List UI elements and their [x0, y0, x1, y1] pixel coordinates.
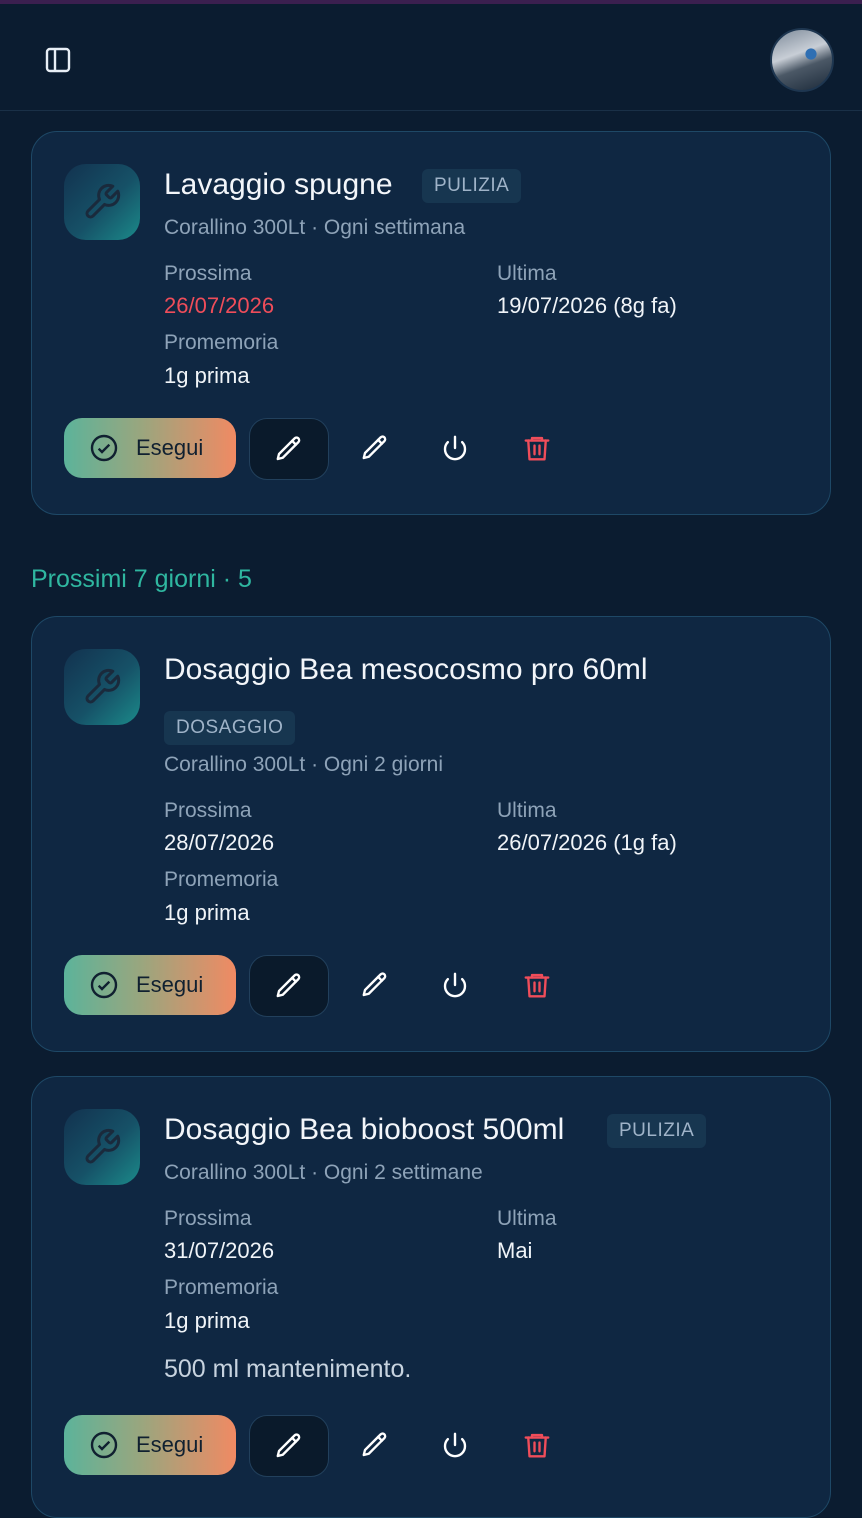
run-button-label: Esegui	[136, 972, 204, 997]
task-card: Dosaggio Bea bioboost 500ml PULIZIA Cora…	[31, 1076, 831, 1518]
edit-button[interactable]	[249, 955, 329, 1017]
task-title: Dosaggio Bea mesocosmo pro 60ml	[164, 653, 648, 686]
last-label: Ultima	[497, 799, 557, 822]
power-icon[interactable]	[433, 426, 477, 470]
reminder-label: Promemoria	[164, 1276, 279, 1299]
pencil-icon[interactable]	[353, 1423, 397, 1467]
run-button[interactable]: Esegui	[64, 418, 236, 478]
sidebar-toggle-icon[interactable]	[40, 42, 76, 78]
edit-button[interactable]	[249, 418, 329, 480]
section-title: Prossimi 7 giorni · 5	[31, 565, 252, 593]
pencil-icon[interactable]	[353, 963, 397, 1007]
trash-icon[interactable]	[515, 426, 559, 470]
trash-icon[interactable]	[515, 1423, 559, 1467]
task-title: Dosaggio Bea bioboost 500ml	[164, 1113, 565, 1146]
task-subtitle: Corallino 300Lt · Ogni 2 settimane	[164, 1161, 483, 1184]
wrench-icon	[64, 164, 140, 240]
last-date: 19/07/2026 (8g fa)	[497, 293, 677, 318]
reminder-label: Promemoria	[164, 331, 279, 354]
reminder-label: Promemoria	[164, 868, 279, 891]
pencil-icon	[276, 436, 301, 461]
next-label: Prossima	[164, 1207, 252, 1230]
run-button-label: Esegui	[136, 1432, 204, 1457]
category-badge: PULIZIA	[607, 1114, 707, 1148]
last-date: Mai	[497, 1238, 533, 1263]
category-badge: PULIZIA	[422, 169, 522, 203]
wrench-icon	[64, 1109, 140, 1185]
run-button[interactable]: Esegui	[64, 955, 236, 1015]
wrench-icon	[64, 649, 140, 725]
pencil-icon[interactable]	[353, 426, 397, 470]
next-label: Prossima	[164, 262, 252, 285]
edit-button[interactable]	[249, 1415, 329, 1477]
trash-icon[interactable]	[515, 963, 559, 1007]
task-card: Dosaggio Bea mesocosmo pro 60ml DOSAGGIO…	[31, 616, 831, 1052]
task-subtitle: Corallino 300Lt · Ogni 2 giorni	[164, 753, 443, 776]
last-label: Ultima	[497, 1207, 557, 1230]
reminder-value: 1g prima	[164, 1308, 250, 1333]
next-date: 28/07/2026	[164, 830, 275, 855]
next-date: 26/07/2026	[164, 293, 275, 318]
reminder-value: 1g prima	[164, 363, 250, 388]
run-button-label: Esegui	[136, 435, 204, 460]
run-button[interactable]: Esegui	[64, 1415, 236, 1475]
power-icon[interactable]	[433, 963, 477, 1007]
task-note: 500 ml mantenimento.	[164, 1355, 412, 1383]
task-subtitle: Corallino 300Lt · Ogni settimana	[164, 216, 466, 239]
next-date: 31/07/2026	[164, 1238, 275, 1263]
category-badge: DOSAGGIO	[164, 711, 296, 745]
task-title: Lavaggio spugne	[164, 168, 393, 201]
task-card: Lavaggio spugne PULIZIA Corallino 300Lt …	[31, 131, 831, 515]
check-circle-icon	[88, 1429, 120, 1461]
check-circle-icon	[88, 432, 120, 464]
reminder-value: 1g prima	[164, 900, 250, 925]
next-label: Prossima	[164, 799, 252, 822]
last-label: Ultima	[497, 262, 557, 285]
check-circle-icon	[88, 969, 120, 1001]
avatar[interactable]	[770, 28, 834, 92]
power-icon[interactable]	[433, 1423, 477, 1467]
last-date: 26/07/2026 (1g fa)	[497, 830, 677, 855]
app-header	[0, 4, 862, 111]
